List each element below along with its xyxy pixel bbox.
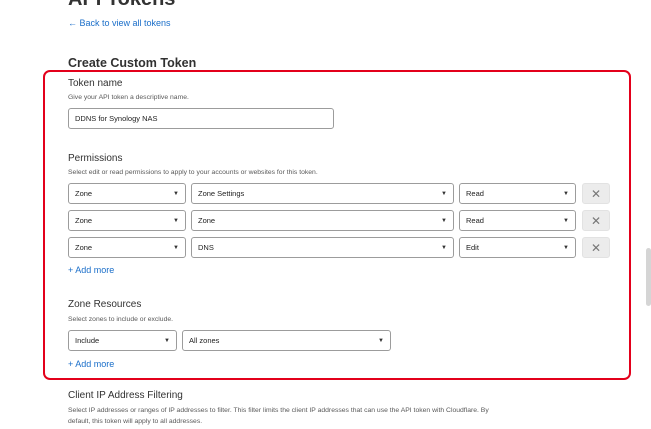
- back-to-tokens-link[interactable]: ← Back to view all tokens: [68, 18, 171, 28]
- caret-down-icon: ▼: [173, 244, 179, 251]
- permission-access-select-2[interactable]: Read ▼: [459, 210, 576, 231]
- token-name-input[interactable]: DDNS for Synology NAS: [68, 108, 334, 129]
- caret-down-icon: ▼: [173, 190, 179, 197]
- zone-resources-help: Select zones to include or exclude.: [68, 316, 174, 323]
- section-title: Create Custom Token: [68, 56, 197, 70]
- close-icon: ✕: [590, 186, 602, 201]
- page-title: API Tokens: [68, 0, 175, 11]
- caret-down-icon: ▼: [563, 190, 569, 197]
- caret-down-icon: ▼: [164, 337, 170, 344]
- permission-resource-select-2[interactable]: Zone ▼: [191, 210, 454, 231]
- remove-permission-button-3[interactable]: ✕: [582, 237, 610, 258]
- close-icon: ✕: [590, 213, 602, 228]
- zone-select[interactable]: All zones ▼: [182, 330, 391, 351]
- add-permission-link[interactable]: + Add more: [68, 265, 114, 275]
- permission-resource-value: Zone: [198, 216, 216, 225]
- permission-scope-value: Zone: [75, 189, 93, 198]
- token-name-help: Give your API token a descriptive name.: [68, 94, 189, 101]
- caret-down-icon: ▼: [441, 244, 447, 251]
- permission-access-select-3[interactable]: Edit ▼: [459, 237, 576, 258]
- permission-access-select-1[interactable]: Read ▼: [459, 183, 576, 204]
- permission-access-value: Read: [466, 216, 484, 225]
- permissions-help: Select edit or read permissions to apply…: [68, 169, 318, 176]
- permission-resource-select-1[interactable]: Zone Settings ▼: [191, 183, 454, 204]
- permission-access-value: Read: [466, 189, 484, 198]
- zone-select-value: All zones: [189, 336, 220, 345]
- caret-down-icon: ▼: [441, 190, 447, 197]
- token-name-label: Token name: [68, 78, 123, 89]
- permission-scope-value: Zone: [75, 243, 93, 252]
- client-ip-help-line-1: Select IP addresses or ranges of IP addr…: [68, 407, 489, 414]
- permission-scope-select-3[interactable]: Zone ▼: [68, 237, 186, 258]
- remove-permission-button-2[interactable]: ✕: [582, 210, 610, 231]
- permission-resource-select-3[interactable]: DNS ▼: [191, 237, 454, 258]
- permissions-label: Permissions: [68, 153, 123, 164]
- zone-include-value: Include: [75, 336, 100, 345]
- permission-resource-value: DNS: [198, 243, 214, 252]
- close-icon: ✕: [590, 240, 602, 255]
- zone-resources-label: Zone Resources: [68, 299, 142, 310]
- permission-scope-value: Zone: [75, 216, 93, 225]
- permission-scope-select-2[interactable]: Zone ▼: [68, 210, 186, 231]
- caret-down-icon: ▼: [173, 217, 179, 224]
- caret-down-icon: ▼: [441, 217, 447, 224]
- caret-down-icon: ▼: [378, 337, 384, 344]
- remove-permission-button-1[interactable]: ✕: [582, 183, 610, 204]
- permission-access-value: Edit: [466, 243, 479, 252]
- caret-down-icon: ▼: [563, 244, 569, 251]
- zone-include-select[interactable]: Include ▼: [68, 330, 177, 351]
- client-ip-help-line-2: default, this token will apply to all ad…: [68, 418, 203, 425]
- caret-down-icon: ▼: [563, 217, 569, 224]
- scrollbar[interactable]: [646, 248, 651, 306]
- client-ip-label: Client IP Address Filtering: [68, 390, 183, 401]
- permission-scope-select-1[interactable]: Zone ▼: [68, 183, 186, 204]
- permission-resource-value: Zone Settings: [198, 189, 245, 198]
- add-zone-resource-link[interactable]: + Add more: [68, 359, 114, 369]
